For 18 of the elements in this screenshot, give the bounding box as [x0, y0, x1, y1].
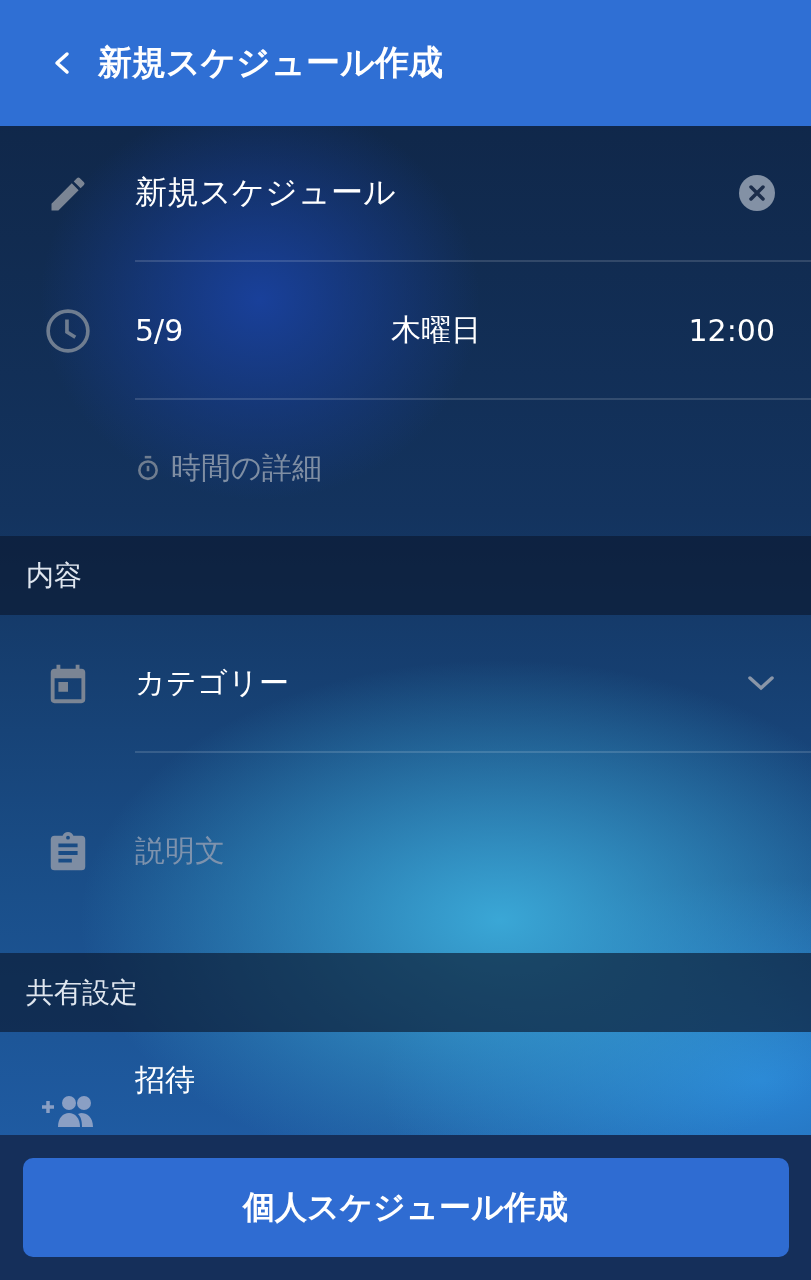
time-detail-link[interactable]: 時間の詳細 — [171, 447, 322, 489]
screen-title: 新規スケジュール作成 — [98, 41, 443, 84]
chevron-down-icon — [747, 675, 775, 691]
back-icon[interactable] — [52, 51, 72, 75]
category-dropdown[interactable]: カテゴリー — [135, 615, 811, 753]
title-field[interactable]: 新規スケジュール — [135, 174, 739, 212]
stopwatch-icon — [135, 455, 161, 481]
add-people-icon[interactable] — [39, 1093, 96, 1129]
date-value[interactable]: 5/9 — [135, 312, 184, 348]
description-field[interactable]: 説明文 — [135, 831, 775, 875]
clear-icon[interactable] — [739, 175, 775, 211]
section-header: 内容 — [0, 536, 811, 615]
time-value[interactable]: 12:00 — [688, 312, 775, 348]
section-header: 共有設定 — [0, 953, 811, 1032]
create-button[interactable]: 個人スケジュール作成 — [22, 1158, 789, 1257]
clock-icon — [44, 308, 91, 354]
weekday-value: 木曜日 — [390, 310, 481, 349]
invite-label[interactable]: 招待 — [135, 1060, 775, 1101]
